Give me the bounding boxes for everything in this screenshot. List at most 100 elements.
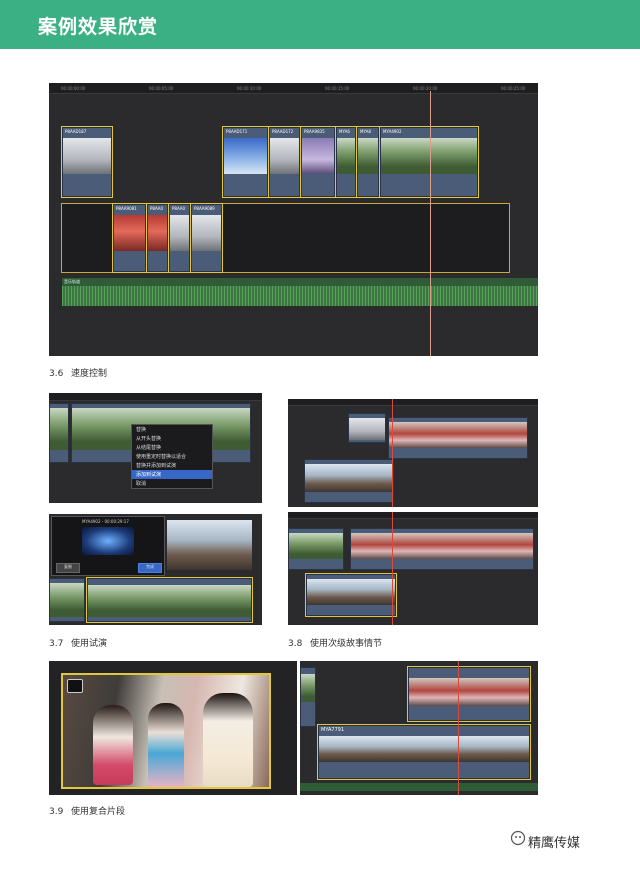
caption-3-8: 3.8 使用次级故事情节 [288,636,382,649]
timeline-clip[interactable]: MYA8 [356,126,380,198]
clip-label: P8AA0 [172,206,186,211]
timeline-clip[interactable]: P8AA0 [168,203,191,273]
audio-strip [300,783,538,791]
compound-clip[interactable]: MYA7791 [317,724,531,780]
caption-number: 3.6 [49,369,64,379]
viewer-frame [61,673,271,789]
ruler-tick: 00:00:05:00 [149,86,174,91]
timeline-ruler [49,393,262,401]
done-button[interactable]: 完成 [138,563,162,573]
timeline-clip[interactable] [407,666,531,722]
clip-thumbnail [50,408,68,450]
menu-item[interactable]: 从开头替换 [132,434,212,443]
menu-item[interactable]: 添加到试演 [132,470,212,479]
clip-thumbnail [307,579,395,605]
hanbok-figure [203,693,253,787]
timeline-clip[interactable]: P8AA9835 [300,126,336,198]
clip-thumbnail [319,736,529,762]
watermark-text: 精鹰传媒 [528,836,581,851]
clip-thumbnail [88,585,251,617]
timeline-clip[interactable] [350,528,534,570]
clip-thumbnail [114,215,145,251]
hanbok-figure [148,703,184,787]
clip-thumbnail [409,678,529,706]
duplicate-button[interactable]: 复制 [56,563,80,573]
clip-label: MYA4902 [383,129,402,134]
clip-thumbnail [170,215,189,251]
timeline-clip[interactable]: P8AAD171 [222,126,269,198]
timeline-clip[interactable]: P8AAD187 [61,126,113,198]
clip-thumbnail [270,138,299,174]
timeline-clip[interactable] [304,459,394,503]
clip-thumbnail [50,583,84,617]
figure-secondary-storyline-bottom [288,512,538,625]
clip-label: MYA8 [360,129,371,134]
timeline-clip[interactable]: P8AA9089 [190,203,223,273]
clip-label: P8AAD171 [226,129,248,134]
clip-thumbnail [358,138,378,174]
menu-item[interactable]: 替换并添加到试演 [132,461,212,470]
figure-compound-timeline: MYA7791 [300,661,538,795]
playhead[interactable] [430,91,431,356]
caption-text: 速度控制 [71,369,108,379]
timeline-clip[interactable] [388,417,528,459]
clip-label: MYA6 [339,129,350,134]
preview-image [167,520,252,570]
context-menu: 替换 从开头替换 从结尾替换 使用重定时替换以适合 替换并添加到试演 添加到试演… [131,424,213,489]
timeline-clip[interactable] [300,667,316,727]
clip-thumbnail [302,138,334,174]
caption-text: 使用试演 [71,639,108,649]
caption-number: 3.9 [49,807,64,817]
compound-clip-icon [67,679,83,693]
figure-compound-viewer [49,661,297,795]
menu-item[interactable]: 替换 [132,425,212,434]
clip-label: P8AAD187 [65,129,87,134]
clip-label: P8AA9089 [194,206,215,211]
hanbok-figure [93,705,133,785]
ruler-tick: 00:00:25:00 [501,86,526,91]
timeline-clip[interactable] [305,573,397,617]
header-bar: 案例效果欣赏 [0,0,640,49]
clip-label: P8AA9835 [304,129,325,134]
clip-thumbnail [301,674,315,702]
timeline-clip[interactable]: P8AAD172 [268,126,301,198]
playhead[interactable] [392,399,393,507]
timeline-clip[interactable] [49,578,85,622]
audition-title: MYA4902 - 00:00:29:17 [82,519,129,524]
clip-thumbnail [289,533,343,559]
playhead[interactable] [392,512,393,625]
timeline-clip[interactable] [288,528,344,570]
menu-item[interactable]: 使用重定时替换以适合 [132,452,212,461]
clip-label: P8AAD172 [272,129,294,134]
caption-number: 3.7 [49,639,64,649]
figure-audition-menu: 替换 从开头替换 从结尾替换 使用重定时替换以适合 替换并添加到试演 添加到试演… [49,393,262,503]
figure-speed-control: 00:00:00:00 00:00:05:00 00:00:10:00 00:0… [49,83,538,356]
clip-thumbnail [148,215,167,251]
timeline-clip[interactable]: MYA6 [335,126,357,198]
caption-number: 3.8 [288,639,303,649]
timeline-clip[interactable] [49,403,69,463]
timeline-clip[interactable] [86,577,253,623]
audition-preview [82,527,134,555]
audio-label: 音乐轨道 [64,279,80,284]
clip-thumbnail [381,138,477,174]
audition-window: MYA4902 - 00:00:29:17 复制 完成 [51,516,165,576]
timeline-clip[interactable]: P8AA9081 [112,203,147,273]
menu-item[interactable]: 从结尾替换 [132,443,212,452]
timeline-clip[interactable]: P8AA0 [146,203,169,273]
timeline-clip[interactable] [348,413,386,443]
audio-waveform [62,286,538,306]
ruler-tick: 00:00:10:00 [237,86,262,91]
audio-track[interactable]: 音乐轨道 [62,278,538,306]
page-title: 案例效果欣赏 [38,16,159,38]
timeline-ruler [288,399,538,406]
clip-thumbnail [389,422,527,448]
clip-thumbnail [192,215,221,251]
clip-label: P8AA9081 [116,206,137,211]
clip-label: P8AA0 [150,206,164,211]
clip-thumbnail [305,464,393,492]
playhead[interactable] [458,661,459,795]
timeline-clip[interactable]: MYA4902 [379,126,479,198]
ruler-tick: 00:00:20:00 [413,86,438,91]
menu-item[interactable]: 取消 [132,479,212,488]
